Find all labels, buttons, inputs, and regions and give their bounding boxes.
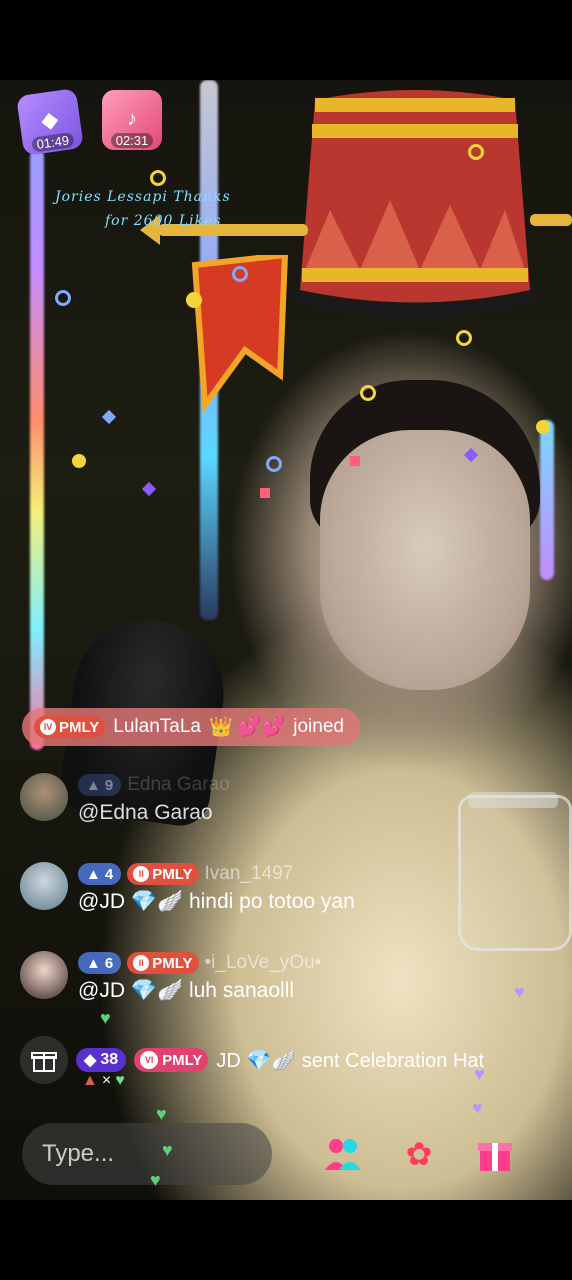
confetti xyxy=(260,488,270,498)
user-level-badge: ◆ 38 xyxy=(76,1048,127,1072)
effect-banner-line1: Jories Lessapi Thanks xyxy=(55,189,231,205)
heart-icon: ♥ xyxy=(162,1140,173,1160)
heart-icon: ♥ xyxy=(474,1064,485,1084)
fan-club-badge: II PMLY xyxy=(127,952,199,974)
user-level-badge: ▲ 6 xyxy=(78,952,122,974)
fan-level-icon: II xyxy=(133,955,150,971)
crystal-gift-timer[interactable]: ◆ 01:49 xyxy=(16,88,84,156)
avatar[interactable] xyxy=(20,951,68,999)
heart-icon: ♥ xyxy=(514,982,525,1002)
celebration-hat-icon: ▲ xyxy=(82,1072,98,1089)
confetti xyxy=(186,292,202,308)
fan-level-icon: VI xyxy=(140,1051,159,1069)
avatar[interactable] xyxy=(20,773,68,821)
confetti xyxy=(456,330,472,346)
streamer-face xyxy=(320,430,530,690)
fan-club-badge: II PMLY xyxy=(127,863,199,885)
heart-icon: ♥ xyxy=(115,1072,125,1089)
heart-icon: ♥ xyxy=(150,1170,161,1190)
stage-light-left xyxy=(30,150,44,750)
confetti xyxy=(468,144,484,160)
level-triangle-icon: ▲ xyxy=(86,954,101,972)
comment-input-placeholder: Type... xyxy=(42,1140,115,1167)
comment-username[interactable]: Ivan_1497 xyxy=(205,863,294,885)
confetti xyxy=(536,420,550,434)
comment-username[interactable]: •i_LoVe_yOu• xyxy=(205,952,322,974)
joined-emoji: 👑 💕💕 xyxy=(209,717,286,738)
gift-jar-effect xyxy=(458,795,572,951)
joined-username[interactable]: LulanTaLa xyxy=(113,716,201,738)
effect-banner-line2: for 2600 Likes xyxy=(105,213,222,229)
confetti xyxy=(55,290,71,306)
invite-guests-icon[interactable] xyxy=(320,1131,366,1177)
level-triangle-icon: ▲ xyxy=(86,776,101,794)
live-video-stream xyxy=(0,80,572,1200)
gift-message-text: JD 💎🪽 sent Celebration Hat xyxy=(216,1049,485,1072)
confetti xyxy=(72,454,86,468)
fan-club-badge: VI PMLY xyxy=(134,1048,209,1072)
comment-text: @Edna Garao xyxy=(78,801,213,824)
crystal-gift-icon: ◆ xyxy=(39,105,60,134)
level-triangle-icon: ▲ xyxy=(86,865,101,883)
joined-action: joined xyxy=(293,716,344,737)
celebration-hat-effect xyxy=(293,90,537,317)
gift-icon[interactable] xyxy=(472,1131,518,1177)
fan-level-icon: IV xyxy=(40,719,56,735)
fan-club-badge: IV PMLY xyxy=(34,716,106,738)
joined-notice: IV PMLY LulanTaLa 👑 💕💕 joined xyxy=(22,708,360,746)
confetti xyxy=(232,266,248,282)
comment-text: @JD 💎🪽 hindi po totoo yan xyxy=(78,890,355,913)
heart-icon: ♥ xyxy=(156,1104,167,1124)
gift-count: ▲ × ♥ xyxy=(82,1072,125,1089)
comment-username[interactable]: Edna Garao xyxy=(127,774,229,796)
gift-box-icon[interactable] xyxy=(20,1036,68,1084)
level-gem-icon: ◆ xyxy=(84,1052,97,1069)
avatar[interactable] xyxy=(20,862,68,910)
treasure-chest-timer[interactable]: ♪ 02:31 xyxy=(102,90,162,150)
fan-level-icon: II xyxy=(133,866,150,882)
confetti xyxy=(350,456,360,466)
tiktok-chest-icon: ♪ xyxy=(127,108,137,130)
chat-comment[interactable]: ▲ 9 Edna Garao @Edna Garao xyxy=(20,773,230,825)
chat-comment[interactable]: ▲ 4 II PMLY Ivan_1497 @JD 💎🪽 hindi po to… xyxy=(20,862,355,914)
chat-comment[interactable]: ▲ 6 II PMLY •i_LoVe_yOu• @JD 💎🪽 luh sana… xyxy=(20,951,321,1003)
comment-input[interactable]: Type... xyxy=(22,1123,272,1185)
confetti xyxy=(150,170,166,186)
rose-gift-icon[interactable]: ✿ xyxy=(396,1131,442,1177)
effect-thanks-banner: Jories Lessapi Thanks for 2600 Likes xyxy=(55,185,231,233)
user-level-badge: ▲ 9 xyxy=(78,774,122,796)
comment-text: @JD 💎🪽 luh sanaolll xyxy=(78,979,295,1002)
timer-text: 02:31 xyxy=(110,133,154,148)
user-level-badge: ▲ 4 xyxy=(78,863,122,885)
stage-light-right xyxy=(540,420,554,580)
timer-text: 01:49 xyxy=(30,131,75,153)
confetti xyxy=(266,456,282,472)
heart-icon: ♥ xyxy=(100,1008,111,1028)
trumpet-right xyxy=(530,214,572,226)
heart-icon: ♥ xyxy=(472,1098,483,1118)
confetti xyxy=(360,385,376,401)
